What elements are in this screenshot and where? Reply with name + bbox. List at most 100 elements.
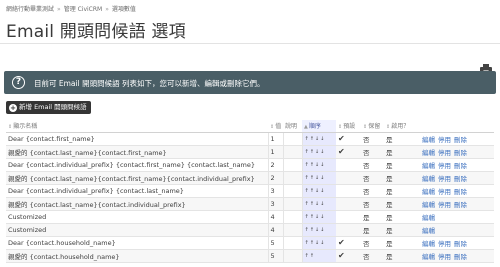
row-enabled: 是 xyxy=(384,197,420,211)
table-row: Dear {contact.household_name} 5 ↑↑↓↓ ✔ 否是編輯停… xyxy=(6,236,494,250)
edit-link[interactable]: 編輯 xyxy=(422,214,435,222)
row-reserved: 否 xyxy=(361,236,384,250)
table-row: 親愛的 {contact.last_name}{contact.first_na… xyxy=(6,145,494,159)
row-description xyxy=(283,197,303,211)
row-label: 親愛的 {contact.last_name}{contact.individu… xyxy=(6,197,269,211)
disable-link[interactable]: 停用 xyxy=(438,162,451,170)
table-row: 親愛的 {contact.household_name} 5 ↑↑ ✔ 否是編輯 停用 刪除 xyxy=(6,249,494,263)
row-label: Dear {contact.individual_prefix} {contac… xyxy=(6,158,269,172)
row-description xyxy=(283,158,303,172)
delete-link[interactable]: 刪除 xyxy=(454,253,467,261)
row-order-controls[interactable]: ↑↑↓↓ xyxy=(302,223,336,237)
row-actions: 編輯 xyxy=(420,210,494,224)
column-header-label[interactable]: ⇕顯示名稱 xyxy=(6,120,268,133)
disable-link[interactable]: 停用 xyxy=(438,188,451,196)
breadcrumb-link-admin[interactable]: 管理 CiviCRM xyxy=(64,6,103,13)
row-default-check xyxy=(336,171,361,185)
row-order-controls[interactable]: ↑↑↓↓ xyxy=(302,171,336,185)
row-description xyxy=(283,210,303,224)
row-value: 4 xyxy=(268,210,284,224)
row-label: 親愛的 {contact.last_name}{contact.first_na… xyxy=(6,145,269,159)
edit-link[interactable]: 編輯 xyxy=(422,240,435,248)
delete-link[interactable]: 刪除 xyxy=(454,162,467,170)
breadcrumb: 網絡行動畢業測試» 管理 CiviCRM» 選項數值 xyxy=(6,4,136,13)
row-actions: 編輯 停用 刪除 xyxy=(420,249,494,263)
row-value: 3 xyxy=(268,197,284,211)
disable-link[interactable]: 停用 xyxy=(438,201,451,209)
edit-link[interactable]: 編輯 xyxy=(422,253,435,261)
edit-link[interactable]: 編輯 xyxy=(422,162,435,170)
edit-link[interactable]: 編輯 xyxy=(422,201,435,209)
row-default-check xyxy=(336,184,361,198)
delete-link[interactable]: 刪除 xyxy=(454,201,467,209)
row-value: 2 xyxy=(268,158,284,172)
row-actions: 編輯 xyxy=(420,223,494,237)
column-header-actions xyxy=(420,120,494,133)
column-header-order[interactable]: ▲順序 xyxy=(302,120,336,133)
disable-link[interactable]: 停用 xyxy=(438,175,451,183)
row-enabled: 是 xyxy=(384,145,420,159)
delete-link[interactable]: 刪除 xyxy=(454,175,467,183)
print-button[interactable] xyxy=(480,59,492,75)
row-order-controls[interactable]: ↑↑ xyxy=(302,249,336,263)
row-default-check: ✔ xyxy=(336,132,361,146)
table-row: Customized 4 ↑↑↓↓ 是是編輯 xyxy=(6,223,494,237)
sort-icon: ⇕ xyxy=(270,124,275,131)
row-actions: 編輯 停用 刪除 xyxy=(420,158,494,172)
breadcrumb-link-home[interactable]: 網絡行動畢業測試 xyxy=(6,6,54,13)
row-default-check xyxy=(336,223,361,237)
row-order-controls[interactable]: ↑↑↓↓ xyxy=(302,210,336,224)
row-order-controls[interactable]: ↑↑↓↓ xyxy=(302,132,336,146)
row-label: Customized xyxy=(6,223,269,237)
column-header-value[interactable]: ⇕值 xyxy=(268,120,283,133)
row-enabled: 是 xyxy=(384,132,420,146)
row-value: 1 xyxy=(268,145,284,159)
edit-link[interactable]: 編輯 xyxy=(422,149,435,157)
breadcrumb-link-options[interactable]: 選項數值 xyxy=(112,6,136,13)
row-label: Dear {contact.household_name} xyxy=(6,236,269,250)
row-order-controls[interactable]: ↑↑↓↓ xyxy=(302,197,336,211)
row-reserved: 是 xyxy=(361,210,384,224)
row-reserved: 否 xyxy=(361,184,384,198)
row-order-controls[interactable]: ↑↑↓↓ xyxy=(302,236,336,250)
table-row: Dear {contact.individual_prefix} {contac… xyxy=(6,158,494,172)
row-reserved: 否 xyxy=(361,145,384,159)
row-label: Dear {contact.first_name} xyxy=(6,132,269,146)
row-actions: 編輯 停用 刪除 xyxy=(420,132,494,146)
row-reserved: 是 xyxy=(361,223,384,237)
disable-link[interactable]: 停用 xyxy=(438,240,451,248)
delete-link[interactable]: 刪除 xyxy=(454,188,467,196)
sort-icon: ⇕ xyxy=(8,124,13,131)
delete-link[interactable]: 刪除 xyxy=(454,136,467,144)
add-greeting-button-label: 新增 Email 開頭問候語 xyxy=(19,103,87,111)
sort-icon: ⇕ xyxy=(338,124,343,131)
row-value: 3 xyxy=(268,184,284,198)
delete-link[interactable]: 刪除 xyxy=(454,149,467,157)
row-default-check: ✔ xyxy=(336,145,361,159)
column-header-enabled[interactable]: ⇕啟用？ xyxy=(384,120,420,133)
row-order-controls[interactable]: ↑↑↓↓ xyxy=(302,145,336,159)
row-order-controls[interactable]: ↑↑↓↓ xyxy=(302,158,336,172)
column-header-default[interactable]: ⇕預設 xyxy=(336,120,361,133)
table-row: 親愛的 {contact.last_name}{contact.first_na… xyxy=(6,171,494,185)
sort-icon: ⇕ xyxy=(363,124,368,131)
row-enabled: 是 xyxy=(384,236,420,250)
row-default-check xyxy=(336,158,361,172)
plus-circle-icon: + xyxy=(9,104,17,112)
add-greeting-button[interactable]: + 新增 Email 開頭問候語 xyxy=(6,101,91,114)
disable-link[interactable]: 停用 xyxy=(438,149,451,157)
column-header-reserved[interactable]: ⇕保留 xyxy=(361,120,384,133)
table-row: Customized 4 ↑↑↓↓ 是是編輯 xyxy=(6,210,494,224)
edit-link[interactable]: 編輯 xyxy=(422,175,435,183)
table-row: Dear {contact.first_name} 1 ↑↑↓↓ ✔ 否是編輯 停用 刪除 xyxy=(6,132,494,146)
table-header-row: ⇕顯示名稱 ⇕值 說明 ▲順序 ⇕預設 ⇕保留 ⇕啟用？ xyxy=(6,120,494,133)
edit-link[interactable]: 編輯 xyxy=(422,227,435,235)
delete-link[interactable]: 刪除 xyxy=(454,240,467,248)
edit-link[interactable]: 編輯 xyxy=(422,188,435,196)
row-value: 5 xyxy=(268,249,284,263)
disable-link[interactable]: 停用 xyxy=(438,253,451,261)
disable-link[interactable]: 停用 xyxy=(438,136,451,144)
options-table: ⇕顯示名稱 ⇕值 說明 ▲順序 ⇕預設 ⇕保留 ⇕啟用？ Dear {conta… xyxy=(6,120,494,263)
edit-link[interactable]: 編輯 xyxy=(422,136,435,144)
row-order-controls[interactable]: ↑↑↓↓ xyxy=(302,184,336,198)
